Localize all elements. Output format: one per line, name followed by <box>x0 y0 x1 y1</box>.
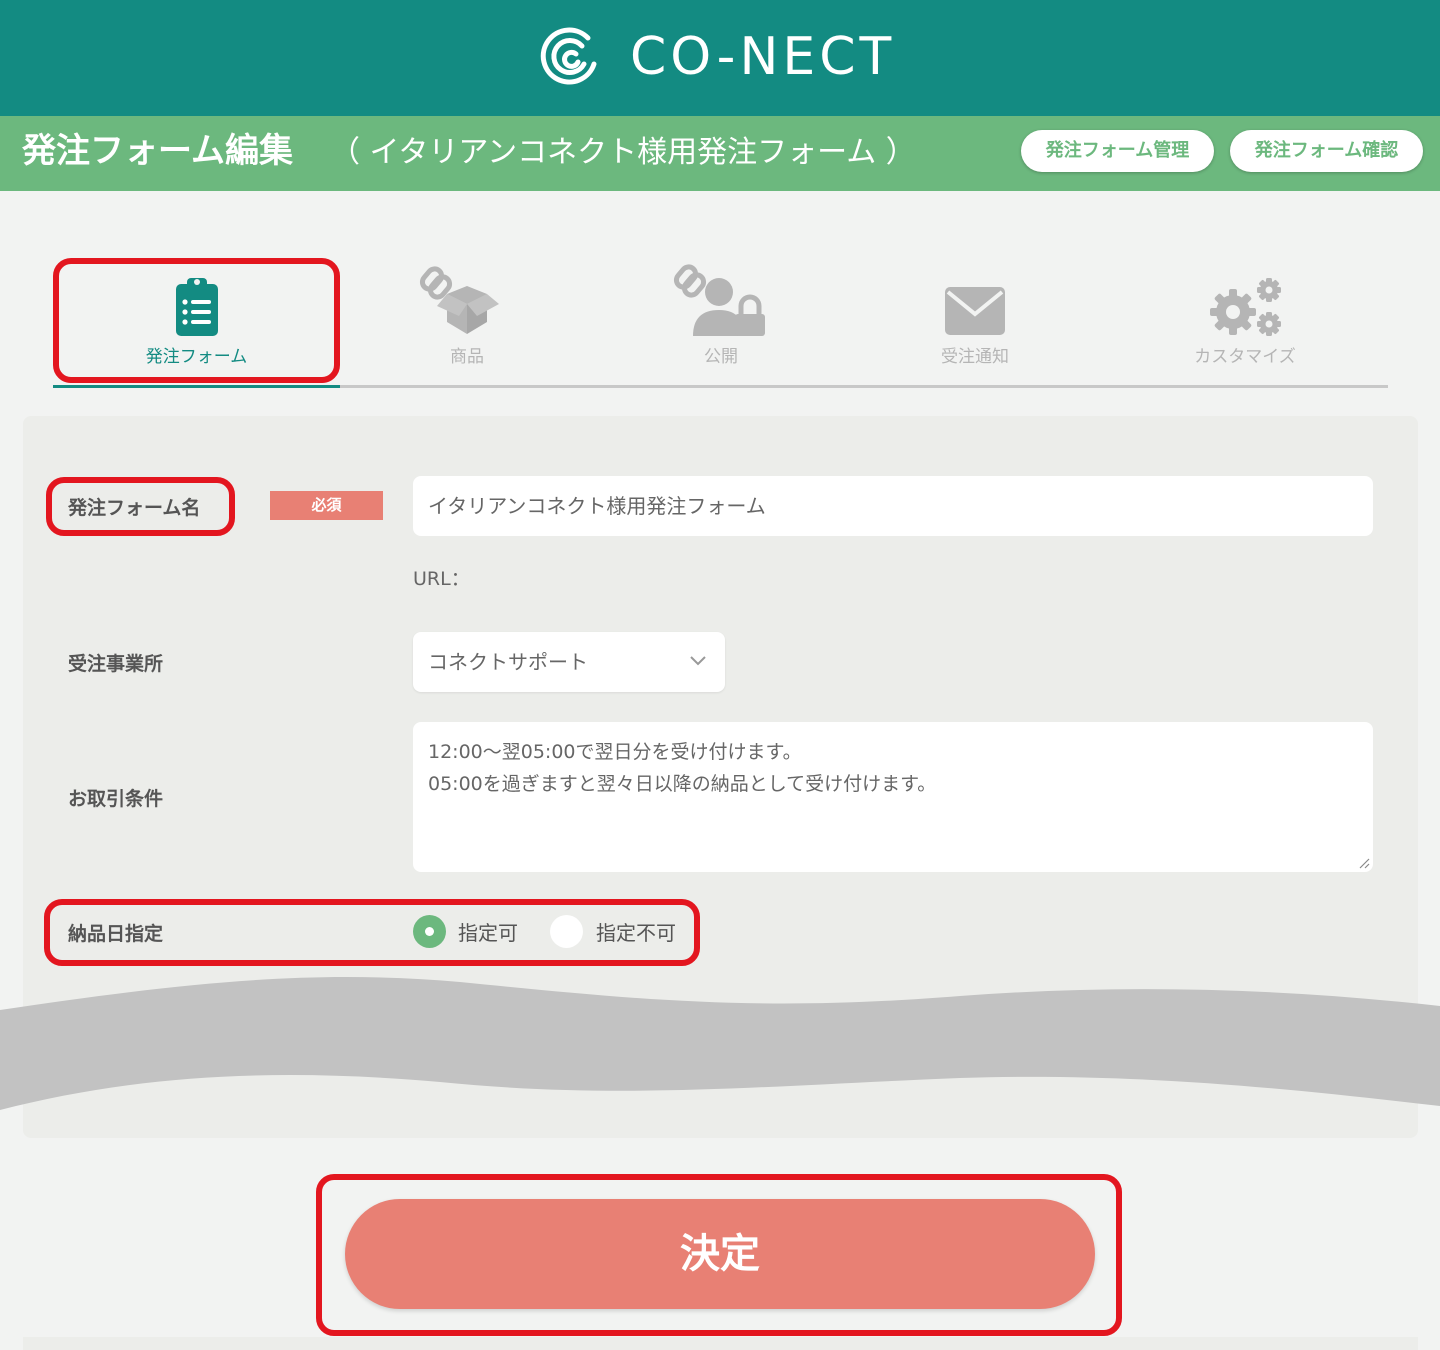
top-header: CO-NECT <box>0 0 1440 116</box>
tab-label: 商品 <box>450 347 484 367</box>
tab-bar: 発注フォーム 商品 公開 受注通知 カスタマイズ <box>53 258 1388 388</box>
office-select[interactable]: コネクトサポート <box>413 632 725 692</box>
envelope-icon <box>945 287 1005 335</box>
required-badge: 必須 <box>270 491 383 520</box>
tab-label: 公開 <box>704 347 738 367</box>
gears-icon <box>1210 278 1281 336</box>
tab-order-form[interactable]: 発注フォーム <box>53 258 340 388</box>
radio-label-allowed[interactable]: 指定可 <box>458 917 518 946</box>
tab-label: 受注通知 <box>941 347 1009 367</box>
chevron-down-icon <box>690 656 706 666</box>
radio-label-not-allowed[interactable]: 指定不可 <box>596 917 676 946</box>
clipboard-list-icon <box>175 278 218 336</box>
url-label: URL： <box>413 568 470 590</box>
logo[interactable]: CO-NECT <box>538 24 908 90</box>
radio-delivery-allowed[interactable] <box>413 915 446 948</box>
tab-label: 発注フォーム <box>145 347 248 367</box>
terms-text: 12:00～翌05:00で翌日分を受け付けます。 05:00を過ぎますと翌々日以… <box>428 736 936 800</box>
delivery-date-label: 納品日指定 <box>68 923 164 945</box>
radio-delivery-not-allowed[interactable] <box>550 915 583 948</box>
content-cutoff-wave <box>0 977 1440 1110</box>
terms-textarea[interactable]: 12:00～翌05:00で翌日分を受け付けます。 05:00を過ぎますと翌々日以… <box>413 722 1373 872</box>
page-title: 発注フォーム編集 <box>22 131 293 171</box>
tab-label: カスタマイズ <box>1194 347 1296 367</box>
logo-text: CO-NECT <box>630 27 896 87</box>
terms-label: お取引条件 <box>68 788 164 810</box>
office-select-value: コネクトサポート <box>428 650 588 674</box>
radio-dot <box>425 927 434 936</box>
linked-box-icon <box>419 266 499 334</box>
terms-line: 05:00を過ぎますと翌々日以降の納品として受け付けます。 <box>428 773 937 795</box>
linked-user-lock-icon <box>673 264 765 336</box>
page-subtitle: （ イタリアンコネクト様用発注フォーム ） <box>330 135 916 170</box>
tab-publish[interactable]: 公開 <box>594 258 848 385</box>
order-form-confirm-button[interactable]: 発注フォーム確認 <box>1230 130 1423 172</box>
tab-order-notification[interactable]: 受注通知 <box>848 258 1102 385</box>
bottom-panel-edge <box>23 1337 1418 1350</box>
form-name-input[interactable]: イタリアンコネクト様用発注フォーム <box>413 476 1373 536</box>
terms-line: 12:00～翌05:00で翌日分を受け付けます。 <box>428 741 802 763</box>
resize-handle-icon[interactable] <box>1358 857 1370 869</box>
tab-products[interactable]: 商品 <box>340 258 594 385</box>
submit-button[interactable]: 決定 <box>345 1199 1095 1309</box>
form-name-label: 発注フォーム名 <box>68 497 201 519</box>
office-label: 受注事業所 <box>68 653 164 675</box>
tab-customize[interactable]: カスタマイズ <box>1102 258 1388 385</box>
active-tab-indicator <box>53 385 340 388</box>
order-form-manage-button[interactable]: 発注フォーム管理 <box>1021 130 1214 172</box>
title-bar: 発注フォーム編集 （ イタリアンコネクト様用発注フォーム ） 発注フォーム管理 … <box>0 116 1440 191</box>
conect-logo-icon <box>540 27 597 85</box>
